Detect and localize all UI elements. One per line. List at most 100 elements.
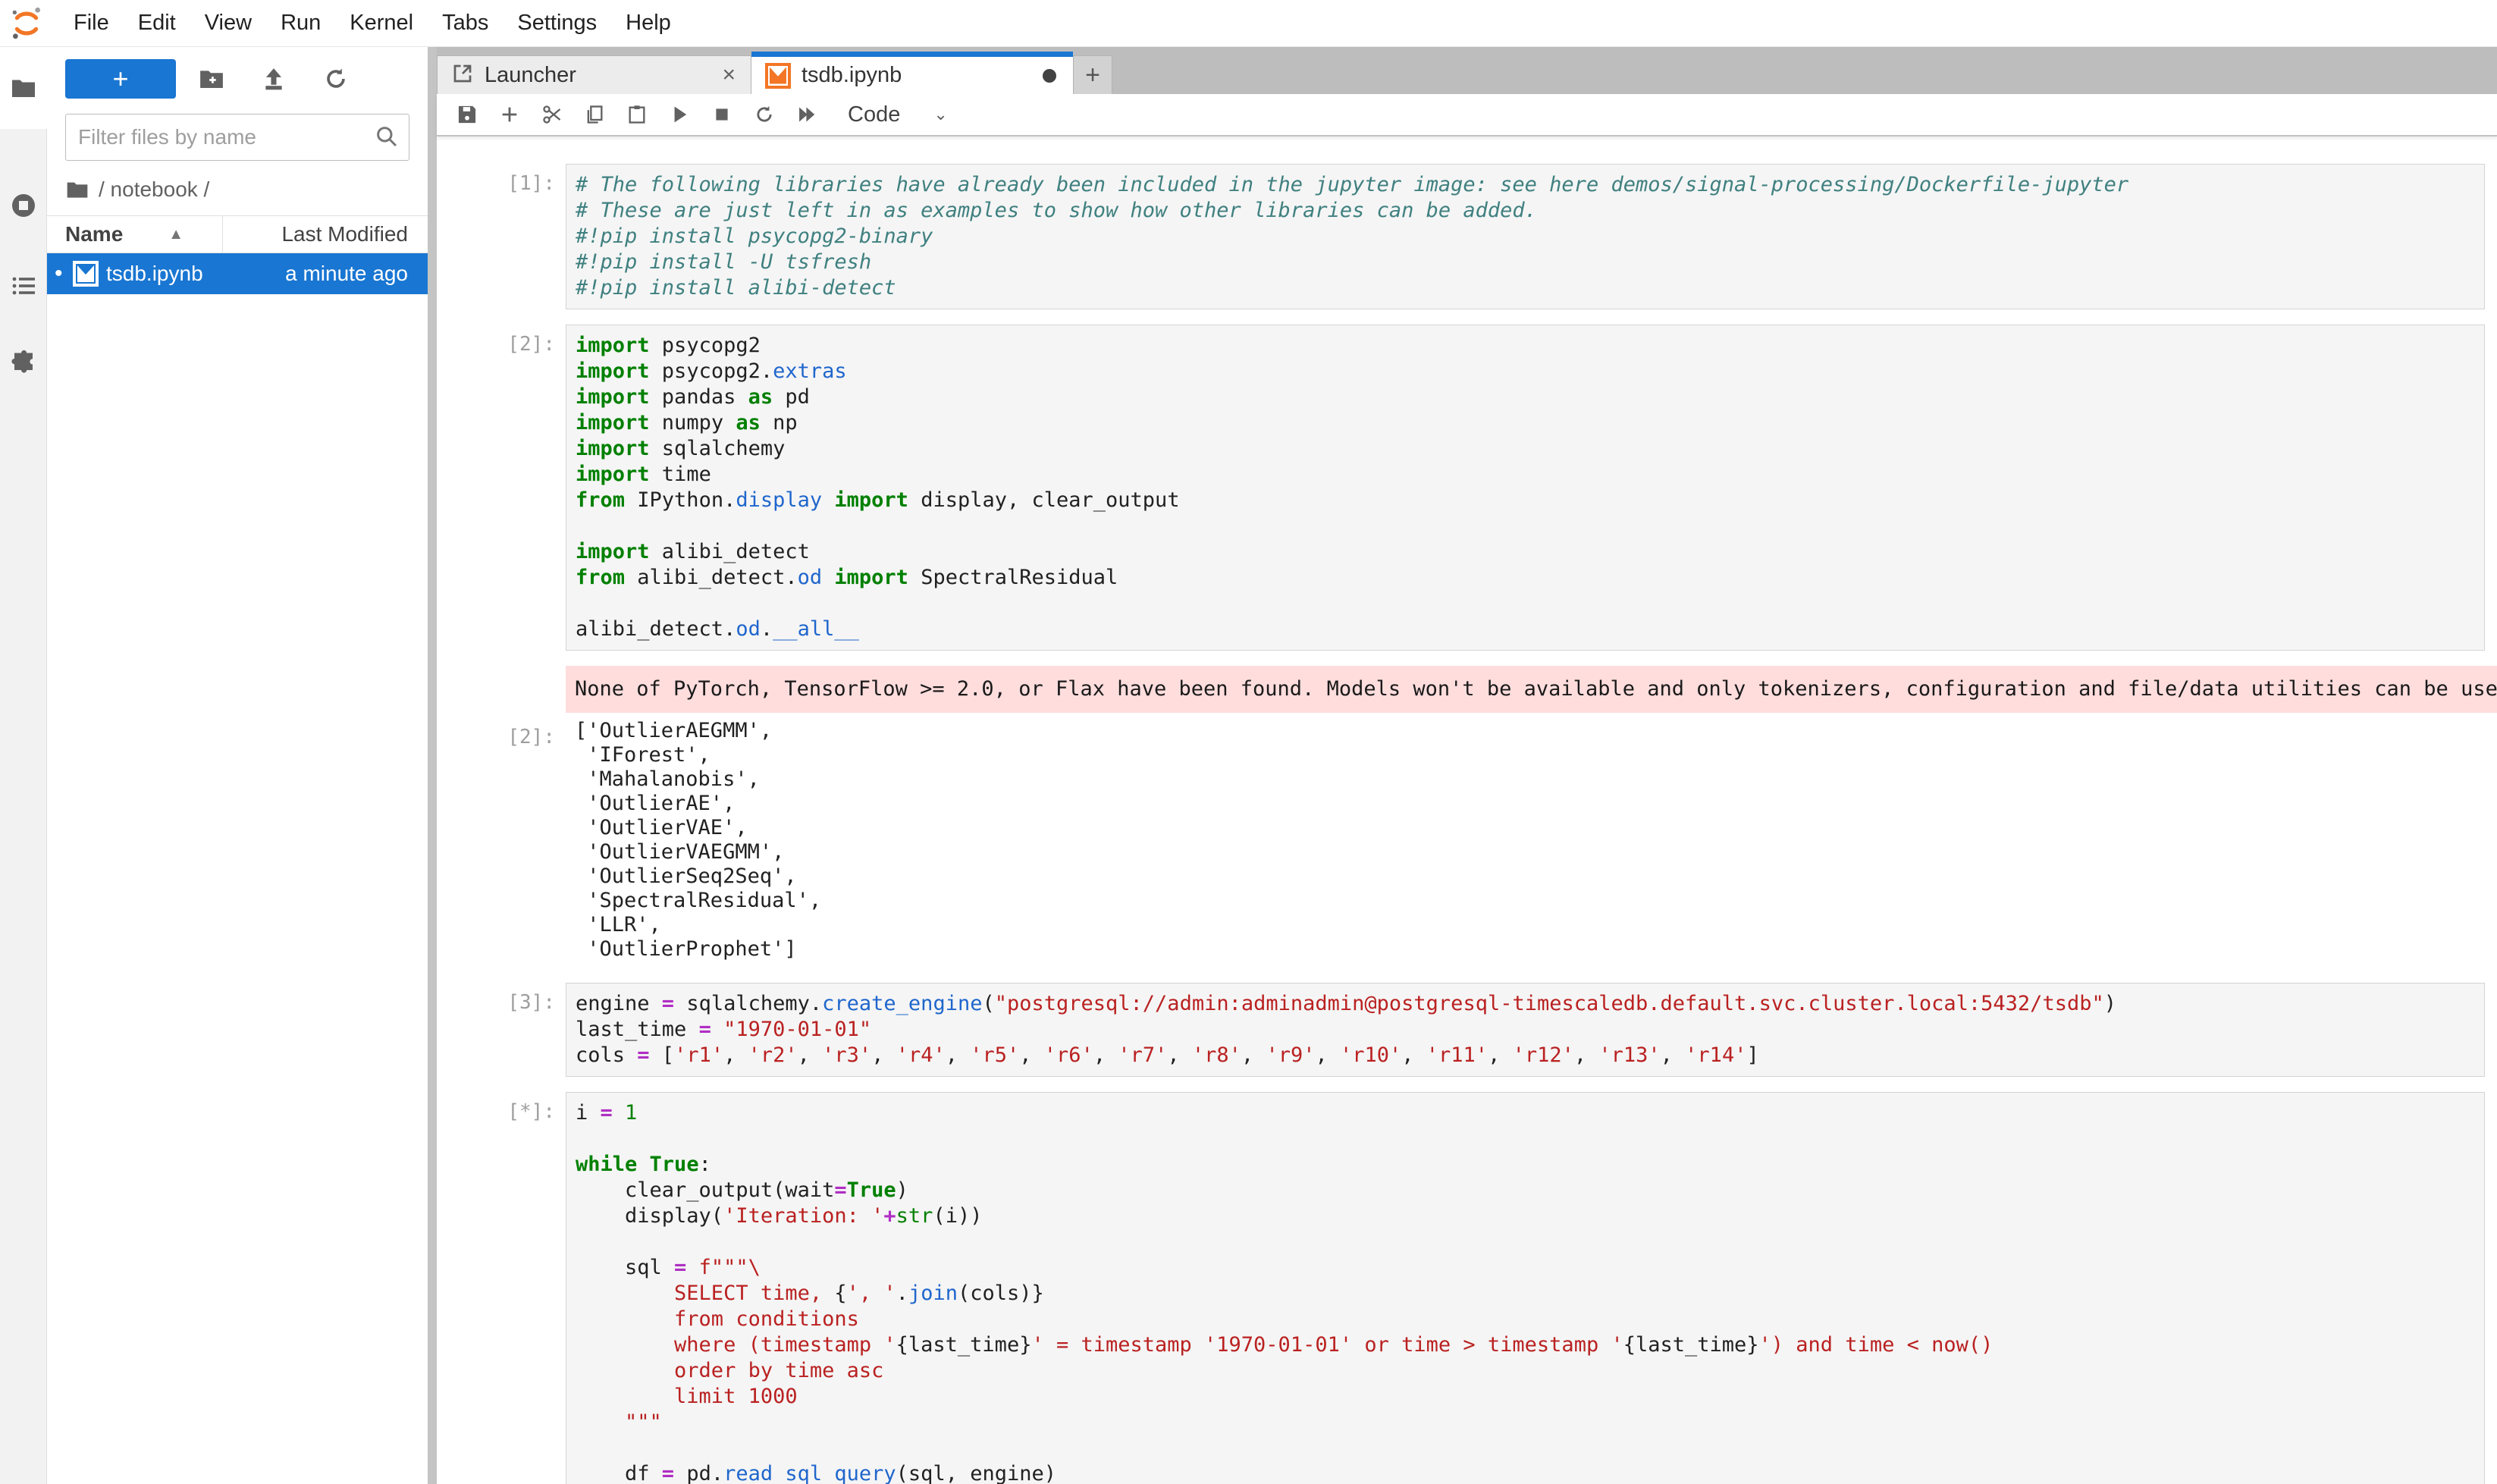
panel-splitter[interactable] [428,47,437,1484]
stop-icon [711,104,732,125]
tab-launcher[interactable]: Launcher × [437,55,751,94]
tab-tsdb-notebook[interactable]: tsdb.ipynb [751,52,1073,94]
output-line: 'OutlierVAE', [575,816,2476,840]
menu-view[interactable]: View [190,0,266,46]
stop-circle-icon [10,192,37,219]
breadcrumb-path: / notebook / [99,177,209,202]
code-line [576,1435,2475,1461]
scissors-icon [541,104,563,125]
dock-tab-bar: Launcher × tsdb.ipynb + [437,47,2497,94]
column-header-name[interactable]: Name ▲ [47,216,223,253]
breadcrumb[interactable]: / notebook / [47,161,428,215]
code-line: from conditions [576,1307,2475,1332]
notebook-toolbar: Code ⌄ [437,94,2497,136]
menu-help[interactable]: Help [611,0,685,46]
file-last-modified: a minute ago [203,262,428,286]
code-line: import pandas as pd [576,384,2475,410]
cut-cells-button[interactable] [531,96,573,133]
code-line: last_time = "1970-01-01" [576,1017,2475,1043]
file-list-header: Name ▲ Last Modified [47,215,428,253]
left-sidebar [0,47,47,1484]
column-header-last-modified[interactable]: Last Modified [223,222,428,246]
output-prompt: [2]: [437,717,566,963]
menu-kernel[interactable]: Kernel [335,0,428,46]
menu-tabs[interactable]: Tabs [428,0,503,46]
refresh-icon [323,66,349,92]
search-icon [375,124,399,149]
tab-launcher-label: Launcher [485,63,707,88]
restart-run-all-button[interactable] [786,96,828,133]
cell-editor[interactable]: # The following libraries have already b… [566,164,2485,309]
menu-bar: File Edit View Run Kernel Tabs Settings … [0,0,2497,47]
output-line: ['OutlierAEGMM', [575,719,2476,743]
notebook-content[interactable]: [1]:# The following libraries have alrea… [437,136,2497,1484]
save-button[interactable] [446,96,488,133]
cell-editor[interactable]: import psycopg2import psycopg2.extrasimp… [566,325,2485,651]
add-cell-button[interactable] [488,96,531,133]
refresh-button[interactable] [309,59,362,99]
code-line: import alibi_detect [576,539,2475,565]
output-line: 'SpectralResidual', [575,889,2476,913]
home-folder-icon [65,177,89,202]
code-cell[interactable]: [3]:engine = sqlalchemy.create_engine("p… [437,983,2485,1077]
paste-cells-button[interactable] [616,96,658,133]
upload-button[interactable] [247,59,300,99]
code-line: import sqlalchemy [576,436,2475,462]
code-line [576,513,2475,539]
menu-run[interactable]: Run [266,0,335,46]
cell-type-dropdown[interactable]: Code ⌄ [848,102,948,127]
extension-manager-tab[interactable] [0,337,47,390]
code-line: where (timestamp '{last_time}' = timesta… [576,1332,2475,1358]
input-prompt: [1]: [437,164,566,309]
file-row-tsdb[interactable]: • tsdb.ipynb a minute ago [47,253,428,294]
file-browser-tab[interactable] [0,47,47,129]
code-cell[interactable]: [1]:# The following libraries have alrea… [437,164,2485,309]
file-browser-panel: + [47,47,428,1484]
code-cell[interactable]: [2]:import psycopg2import psycopg2.extra… [437,325,2485,651]
tab-close-icon[interactable]: × [707,62,751,88]
menu-edit[interactable]: Edit [124,0,190,46]
code-line: cols = ['r1', 'r2', 'r3', 'r4', 'r5', 'r… [576,1043,2475,1068]
stderr-output: None of PyTorch, TensorFlow >= 2.0, or F… [566,666,2497,713]
sort-ascending-icon: ▲ [168,226,184,243]
unsaved-changes-dot[interactable] [1043,69,1056,83]
code-line: import time [576,462,2475,488]
cell-editor[interactable]: engine = sqlalchemy.create_engine("postg… [566,983,2485,1077]
notebook-file-icon [73,261,99,287]
new-launcher-button[interactable]: + [65,59,176,99]
copy-cells-button[interactable] [573,96,616,133]
kernel-running-dot: • [55,261,71,287]
code-line [576,1126,2475,1152]
code-line: """ [576,1410,2475,1435]
code-cell[interactable]: [*]:i = 1 while True: clear_output(wait=… [437,1092,2485,1484]
cell-type-value: Code [848,102,900,127]
run-button[interactable] [658,96,701,133]
code-line: clear_output(wait=True) [576,1178,2475,1203]
restart-kernel-button[interactable] [743,96,786,133]
stderr-text: None of PyTorch, TensorFlow >= 2.0, or F… [575,676,2497,702]
running-kernels-tab[interactable] [0,179,47,232]
code-line: order by time asc [576,1358,2475,1384]
output-line: 'LLR', [575,913,2476,937]
menu-file[interactable]: File [59,0,124,46]
output-line: 'IForest', [575,743,2476,767]
code-line: SELECT time, {', '.join(cols)} [576,1281,2475,1307]
new-folder-button[interactable] [185,59,238,99]
code-line: alibi_detect.od.__all__ [576,617,2475,642]
table-of-contents-tab[interactable] [0,259,47,312]
code-line: import psycopg2 [576,333,2475,359]
menu-settings[interactable]: Settings [503,0,611,46]
cell-editor[interactable]: i = 1 while True: clear_output(wait=True… [566,1092,2485,1484]
new-tab-button[interactable]: + [1073,55,1112,94]
input-prompt: [2]: [437,325,566,651]
output-line: 'Mahalanobis', [575,767,2476,792]
notebook-icon [765,63,791,89]
code-line: import psycopg2.extras [576,359,2475,384]
file-browser-toolbar: + [47,47,428,106]
code-line: limit 1000 [576,1384,2475,1410]
upload-icon [261,66,287,92]
filter-files-input[interactable] [65,114,409,161]
code-line: display('Iteration: '+str(i)) [576,1203,2475,1229]
code-line: from IPython.display import display, cle… [576,488,2475,513]
interrupt-kernel-button[interactable] [701,96,743,133]
